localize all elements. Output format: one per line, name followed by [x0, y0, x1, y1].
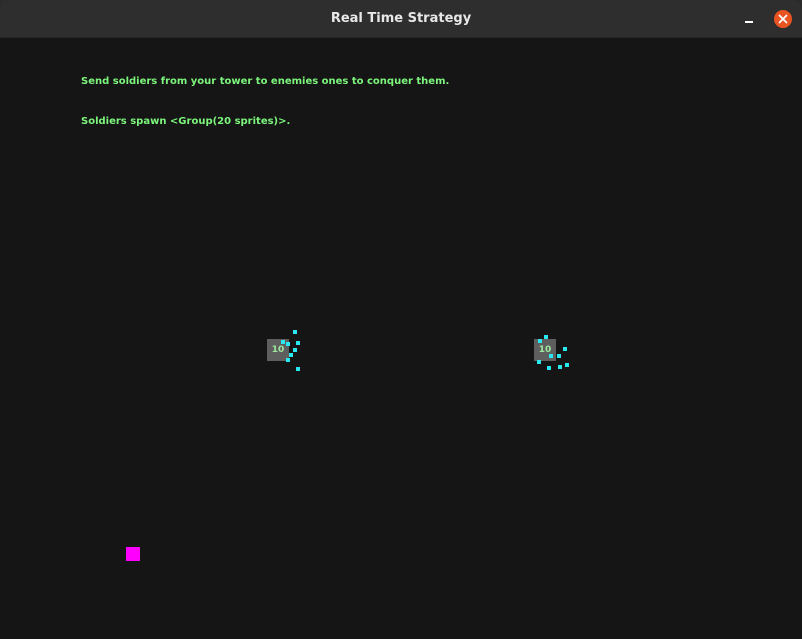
- spawn-info-text: Soldiers spawn <Group(20 sprites)>.: [81, 116, 291, 127]
- soldier: [544, 335, 548, 339]
- soldier: [296, 367, 300, 371]
- minimize-button[interactable]: [740, 10, 758, 28]
- soldier: [563, 347, 567, 351]
- soldier: [558, 365, 562, 369]
- soldier: [293, 348, 297, 352]
- title-bar[interactable]: Real Time Strategy: [0, 0, 802, 38]
- game-window: Real Time Strategy Send soldiers from yo…: [0, 0, 802, 639]
- instructions-text: Send soldiers from your tower to enemies…: [81, 76, 450, 87]
- soldier: [557, 354, 561, 358]
- soldier: [286, 358, 290, 362]
- soldier: [286, 342, 290, 346]
- game-canvas[interactable]: Send soldiers from your tower to enemies…: [1, 38, 801, 638]
- window-title: Real Time Strategy: [330, 11, 472, 26]
- soldier: [281, 340, 285, 344]
- selected-unit-marker[interactable]: [126, 547, 140, 561]
- soldier: [289, 353, 293, 357]
- soldier: [547, 366, 551, 370]
- close-button[interactable]: [774, 10, 792, 28]
- soldier: [296, 341, 300, 345]
- close-icon: [778, 14, 788, 24]
- soldier: [538, 339, 542, 343]
- soldier: [537, 360, 541, 364]
- soldier: [293, 330, 297, 334]
- soldier: [565, 363, 569, 367]
- soldier: [549, 354, 553, 358]
